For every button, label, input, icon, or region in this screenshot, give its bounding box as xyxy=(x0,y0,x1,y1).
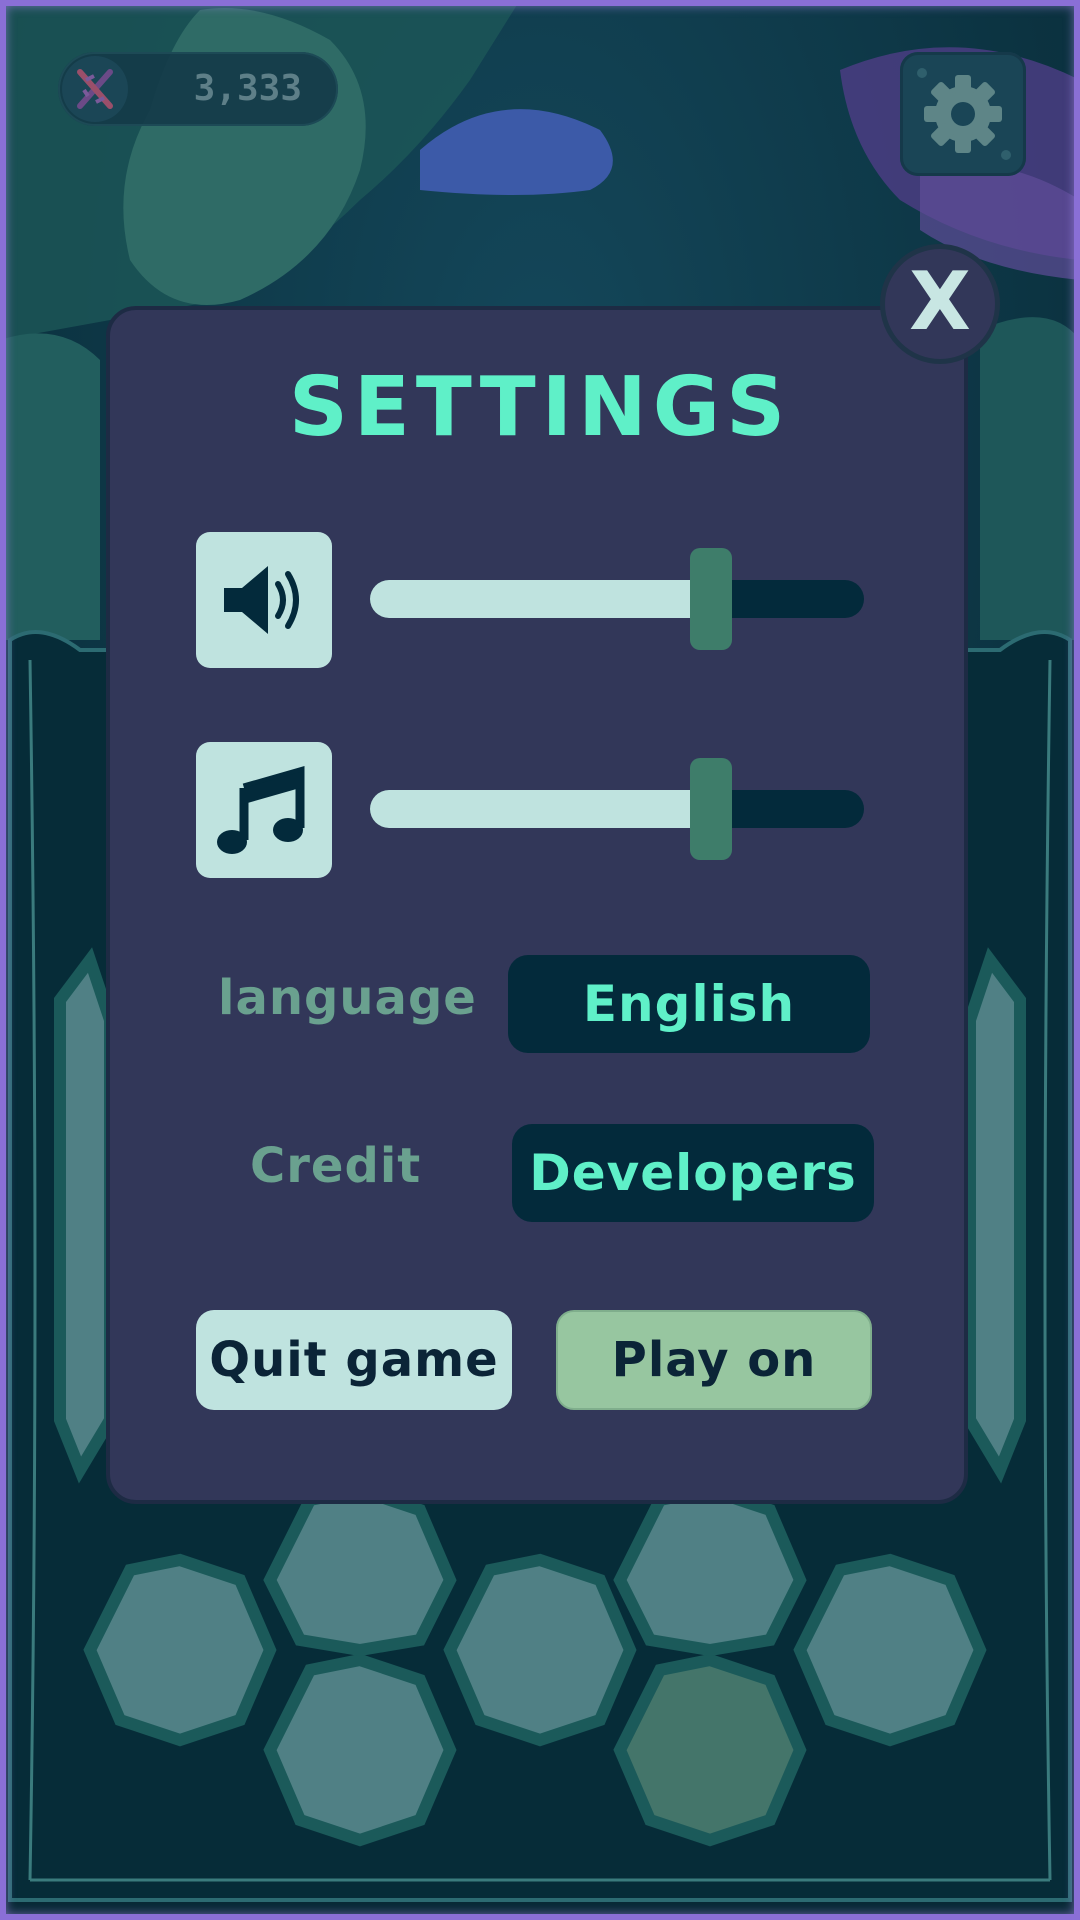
language-button[interactable]: English xyxy=(508,955,870,1053)
quit-game-button[interactable]: Quit game xyxy=(196,1310,512,1410)
gear-icon xyxy=(917,68,1011,160)
sound-volume-slider[interactable] xyxy=(370,548,864,650)
music-volume-fill xyxy=(370,790,711,828)
settings-title: SETTINGS xyxy=(288,360,792,455)
dna-icon xyxy=(62,56,128,122)
settings-button[interactable] xyxy=(900,52,1026,176)
sound-volume-thumb[interactable] xyxy=(689,548,732,650)
close-button[interactable]: X xyxy=(880,244,1000,364)
credit-label: Credit xyxy=(250,1138,422,1194)
currency-value: 3,333 xyxy=(193,68,302,109)
play-on-button[interactable]: Play on xyxy=(556,1310,872,1410)
music-toggle-button[interactable] xyxy=(196,742,332,878)
close-icon: X xyxy=(909,255,971,348)
language-label: language xyxy=(218,970,477,1026)
music-volume-slider[interactable] xyxy=(370,758,864,860)
sound-volume-fill xyxy=(370,580,711,618)
currency-counter: 3,333 xyxy=(58,52,338,126)
music-note-icon xyxy=(217,766,305,854)
sound-toggle-button[interactable] xyxy=(196,532,332,668)
music-volume-thumb[interactable] xyxy=(689,758,732,860)
developers-button[interactable]: Developers xyxy=(512,1124,874,1222)
speaker-icon xyxy=(224,566,299,634)
